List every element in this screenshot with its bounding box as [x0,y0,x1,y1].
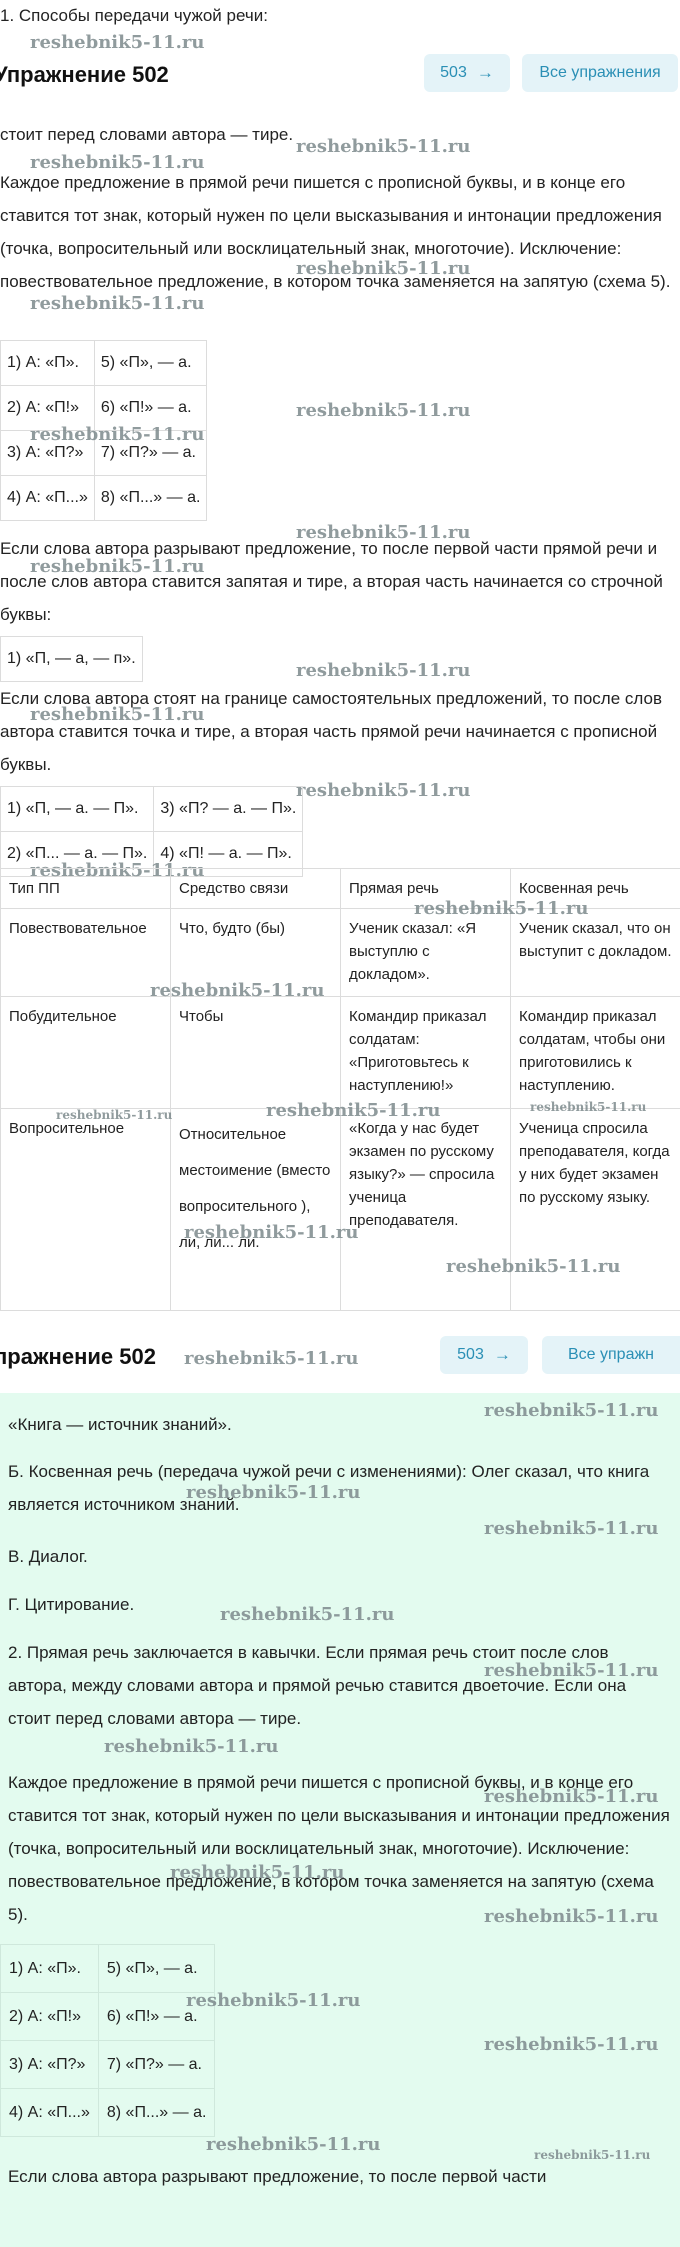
table-row: 4) А: «П...» 8) «П...» — а. [0,475,208,521]
schemes-table-2: 1) А: «П». 5) «П», — а. 2) А: «П!» 6) «П!»… [0,1944,216,2137]
paragraph: Если слова автора разрывают предложение,… [8,2167,547,2186]
all-exercises-label: Все упражн [567,1346,654,1363]
scheme-cell: 4) А: «П...» [0,475,95,521]
watermark: reshebnik5-11.ru [184,1348,359,1369]
watermark: reshebnik5-11.ru [170,1862,345,1883]
scheme-cell: 5) «П», — а. [97,1944,216,1993]
table-row: 1) «П, — а, — п». [0,636,143,682]
paragraph: В. Диалог. [8,1547,88,1566]
watermark: reshebnik5-11.ru [484,1518,659,1539]
watermark: reshebnik5-11.ru [184,1222,359,1243]
scheme-break-table: 1) «П, — а, — п». [0,636,143,682]
watermark: reshebnik5-11.ru [484,1786,659,1807]
all-exercises-button[interactable]: Все упражнения [522,54,678,92]
watermark: reshebnik5-11.ru [296,660,471,681]
scheme-cell: 8) «П...» — а. [93,475,208,521]
paragraph: 2. Прямая речь заключается в кавычки. Ес… [8,1643,627,1728]
table-row: Побудительное Чтобы Командир приказал со… [0,996,680,1109]
watermark: reshebnik5-11.ru [484,1906,659,1927]
table-row: 1) А: «П». 5) «П», — а. [0,340,208,386]
table-row: 1) А: «П». 5) «П», — а. [0,1944,216,1993]
watermark: reshebnik5-11.ru [220,1604,395,1625]
watermark: reshebnik5-11.ru [266,1100,441,1121]
watermark: reshebnik5-11.ru [186,1990,361,2011]
watermark: reshebnik5-11.ru [30,32,205,53]
watermark: reshebnik5-11.ru [296,258,471,279]
table-cell: Повествовательное [0,908,171,997]
table-cell: Ученик сказал, что он выступит с докладо… [510,908,680,997]
table-row: 2) А: «П!» 6) «П!» — а. [0,1992,216,2041]
table-cell: Побудительное [0,996,171,1109]
next-label: 503 [457,1346,484,1363]
scheme-cell: 1) А: «П». [0,1944,99,1993]
watermark: reshebnik5-11.ru [296,780,471,801]
scheme-cell: 3) «П? — а. — П». [153,786,304,832]
table-cell: Вопросительное [0,1108,171,1311]
table-cell: Чтобы [170,996,341,1109]
table-cell: Ученик сказал: «Я выступлю с докладом». [340,908,511,997]
scheme-cell: 1) А: «П». [0,340,95,386]
table-row: Вопросительное Относительное местоимение… [0,1108,680,1311]
paragraph: Если слова автора стоят на границе самос… [0,689,662,774]
scheme-cell: 4) А: «П...» [0,2088,99,2137]
header-cell: Средство связи [170,868,341,909]
table-cell: Командир приказал солдатам, чтобы они пр… [510,996,680,1109]
table-row: Повествовательное Что, будто (бы) Ученик… [0,908,680,997]
paragraph: Если слова автора разрывают предложение,… [0,539,663,624]
table-cell: Относительное местоимение (вместо вопрос… [170,1108,341,1311]
table-row: 4) А: «П...» 8) «П...» — а. [0,2088,216,2137]
scheme-cell: 7) «П?» — а. [97,2040,216,2089]
table-cell: «Когда у нас будет экзамен по русскому я… [340,1108,511,1311]
watermark: reshebnik5-11.ru [414,898,589,919]
scheme-cell: 8) «П...» — а. [97,2088,216,2137]
all-exercises-label: Все упражнения [539,64,661,81]
watermark: reshebnik5-11.ru [186,1482,361,1503]
top-line: 1. Способы передачи чужой речи: [0,6,268,25]
watermark: reshebnik5-11.ru [484,2034,659,2055]
next-exercise-button[interactable]: 503 → [424,54,510,92]
header-cell: Тип ПП [0,868,171,909]
watermark: reshebnik5-11.ru [30,424,205,445]
watermark: reshebnik5-11.ru [206,2134,381,2155]
arrow-right-icon: → [476,63,494,82]
watermark: reshebnik5-11.ru [30,556,205,577]
all-exercises-button[interactable]: Все упражн [542,1336,680,1374]
scheme-cell: 3) А: «П?» [0,2040,99,2089]
page-title: Упражнение 502 [0,62,169,87]
watermark: reshebnik5-11.ru [296,136,471,157]
next-label: 503 [440,64,467,81]
table-row: 3) А: «П?» 7) «П?» — а. [0,2040,216,2089]
watermark: reshebnik5-11.ru [56,1108,173,1122]
page-title: пражнение 502 [0,1344,156,1369]
table-cell: Командир приказал солдатам: «Приготовьте… [340,996,511,1109]
scheme-cell: 1) «П, — а, — п». [0,636,143,682]
watermark: reshebnik5-11.ru [30,293,205,314]
watermark: reshebnik5-11.ru [530,1100,647,1114]
table-row: 1) «П, — а. — П». 3) «П? — а. — П». [0,786,304,832]
watermark: reshebnik5-11.ru [484,1660,659,1681]
table-cell: Ученица спросила преподавателя, когда у … [510,1108,680,1311]
scheme-cell: 5) «П», — а. [93,340,208,386]
quote-line: «Книга — источник знаний». [8,1415,232,1434]
watermark: reshebnik5-11.ru [296,400,471,421]
watermark: reshebnik5-11.ru [150,980,325,1001]
watermark: reshebnik5-11.ru [104,1736,279,1757]
header-bar: Упражнение 502 503 → Все упражнения [0,52,680,104]
arrow-right-icon[interactable]: → [494,1345,511,1365]
next-exercise-button[interactable]: 503 → [440,1336,528,1374]
scheme-cell: 1) «П, — а. — П». [0,786,155,832]
scheme-cell: 2) А: «П!» [0,1992,99,2041]
speech-table: Тип ПП Средство связи Прямая речь Косвен… [0,868,680,1311]
watermark: reshebnik5-11.ru [446,1256,621,1277]
header-bar-2: пражнение 502 reshebnik5-11.ru 503 → Все… [0,1328,680,1394]
